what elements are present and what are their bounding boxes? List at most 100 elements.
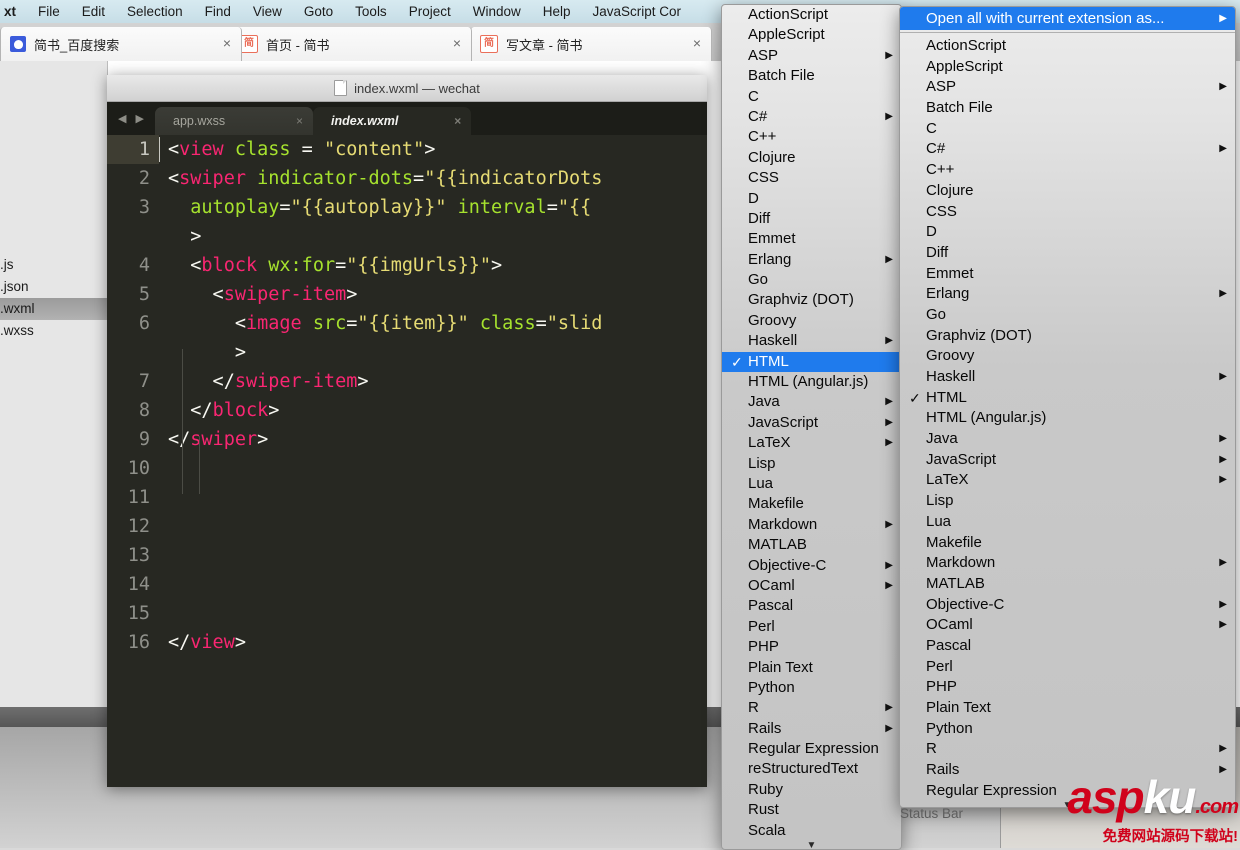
menu-item-clojure[interactable]: Clojure	[900, 181, 1235, 202]
menu-scroll-down-icon[interactable]: ▼	[722, 841, 901, 849]
menubar-item-app-name[interactable]: xt	[0, 0, 27, 23]
close-icon[interactable]: ×	[449, 36, 465, 52]
menu-item-d[interactable]: D	[900, 222, 1235, 243]
menu-item-perl[interactable]: Perl	[900, 657, 1235, 678]
sidebar-file-item[interactable]: .json	[0, 276, 107, 298]
browser-tab[interactable]: 简写文章 - 简书 ×	[470, 27, 712, 61]
menu-item-go[interactable]: Go	[722, 270, 901, 290]
browser-tab[interactable]: 简首页 - 简书 ×	[230, 27, 472, 61]
editor-tab[interactable]: app.wxss ×	[155, 107, 313, 135]
menu-item-lisp[interactable]: Lisp	[722, 454, 901, 474]
nav-prev-icon[interactable]: ◀	[118, 112, 126, 125]
sidebar-file-item[interactable]: .js	[0, 254, 107, 276]
menubar-item-tools[interactable]: Tools	[344, 0, 398, 23]
menu-item-rails[interactable]: Rails ▶	[722, 719, 901, 739]
menubar-item-javascript-cor[interactable]: JavaScript Cor	[582, 0, 693, 23]
menu-item-php[interactable]: PHP	[900, 677, 1235, 698]
menu-item-d[interactable]: D	[722, 189, 901, 209]
menubar-item-view[interactable]: View	[242, 0, 293, 23]
menu-item-markdown[interactable]: Markdown ▶	[900, 553, 1235, 574]
menu-item-rust[interactable]: Rust	[722, 800, 901, 820]
close-icon[interactable]: ×	[447, 114, 461, 128]
menubar-item-find[interactable]: Find	[194, 0, 242, 23]
menu-item-html[interactable]: ✓ HTML	[900, 388, 1235, 409]
menu-item-c[interactable]: C	[900, 119, 1235, 140]
close-icon[interactable]: ×	[219, 36, 235, 52]
menu-item-ocaml[interactable]: OCaml ▶	[900, 615, 1235, 636]
menu-item-plain-text[interactable]: Plain Text	[900, 698, 1235, 719]
close-icon[interactable]: ×	[689, 36, 705, 52]
menu-item-latex[interactable]: LaTeX ▶	[722, 433, 901, 453]
menu-item-batch-file[interactable]: Batch File	[722, 66, 901, 86]
code-editor[interactable]: 1 <view class = "content"> 2 <swiper indica…	[107, 135, 707, 787]
menu-item-actionscript[interactable]: ActionScript	[900, 36, 1235, 57]
menu-item-html-angular-js-[interactable]: HTML (Angular.js)	[722, 372, 901, 392]
menu-item-makefile[interactable]: Makefile	[722, 494, 901, 514]
menu-item-java[interactable]: Java ▶	[900, 429, 1235, 450]
menu-item-html[interactable]: ✓ HTML	[722, 351, 901, 373]
menu-item-ruby[interactable]: Ruby	[722, 780, 901, 800]
menu-item-groovy[interactable]: Groovy	[722, 311, 901, 331]
menu-item-html-angular-js-[interactable]: HTML (Angular.js)	[900, 408, 1235, 429]
menu-item-applescript[interactable]: AppleScript	[900, 57, 1235, 78]
menu-item-python[interactable]: Python	[900, 719, 1235, 740]
menu-item-objective-c[interactable]: Objective-C ▶	[900, 595, 1235, 616]
menu-item-css[interactable]: CSS	[722, 168, 901, 188]
menu-item-matlab[interactable]: MATLAB	[722, 535, 901, 555]
menu-item-php[interactable]: PHP	[722, 637, 901, 657]
menubar-item-help[interactable]: Help	[532, 0, 582, 23]
menu-item-actionscript[interactable]: ActionScript	[722, 5, 901, 25]
menu-item-perl[interactable]: Perl	[722, 617, 901, 637]
menu-item-graphviz-dot-[interactable]: Graphviz (DOT)	[900, 326, 1235, 347]
open-all-with-extension-submenu[interactable]: Open all with current extension as... ▶ …	[899, 6, 1236, 808]
menu-item-css[interactable]: CSS	[900, 202, 1235, 223]
menu-item-restructuredtext[interactable]: reStructuredText	[722, 759, 901, 779]
menu-item-objective-c[interactable]: Objective-C ▶	[722, 556, 901, 576]
menu-item-makefile[interactable]: Makefile	[900, 533, 1235, 554]
menu-item-matlab[interactable]: MATLAB	[900, 574, 1235, 595]
menu-item-lisp[interactable]: Lisp	[900, 491, 1235, 512]
menu-item-python[interactable]: Python	[722, 678, 901, 698]
menu-item-java[interactable]: Java ▶	[722, 392, 901, 412]
sidebar-file-item[interactable]: .wxss	[0, 320, 107, 342]
menu-item-go[interactable]: Go	[900, 305, 1235, 326]
menu-item-javascript[interactable]: JavaScript ▶	[722, 413, 901, 433]
close-icon[interactable]: ×	[289, 114, 303, 128]
menu-item-r[interactable]: R ▶	[722, 698, 901, 718]
menubar-item-edit[interactable]: Edit	[71, 0, 116, 23]
menubar-item-window[interactable]: Window	[462, 0, 532, 23]
menu-item-open-all-with-extension[interactable]: Open all with current extension as... ▶	[900, 7, 1235, 30]
menu-item-javascript[interactable]: JavaScript ▶	[900, 450, 1235, 471]
menu-item-emmet[interactable]: Emmet	[722, 229, 901, 249]
menu-item-lua[interactable]: Lua	[722, 474, 901, 494]
browser-tab[interactable]: 简书_百度搜索 ×	[0, 27, 242, 61]
menu-item-c#[interactable]: C# ▶	[900, 139, 1235, 160]
menu-item-plain-text[interactable]: Plain Text	[722, 658, 901, 678]
menu-item-scala[interactable]: Scala	[722, 821, 901, 841]
menu-item-diff[interactable]: Diff	[900, 243, 1235, 264]
menu-item-asp[interactable]: ASP ▶	[722, 46, 901, 66]
menu-item-ocaml[interactable]: OCaml ▶	[722, 576, 901, 596]
menu-item-diff[interactable]: Diff	[722, 209, 901, 229]
menubar-item-project[interactable]: Project	[398, 0, 462, 23]
menu-item-markdown[interactable]: Markdown ▶	[722, 515, 901, 535]
menu-item-applescript[interactable]: AppleScript	[722, 25, 901, 45]
menubar-item-file[interactable]: File	[27, 0, 71, 23]
sublime-tab-nav[interactable]: ◀ ▶	[107, 102, 155, 135]
menu-item-haskell[interactable]: Haskell ▶	[900, 367, 1235, 388]
menu-item-clojure[interactable]: Clojure	[722, 148, 901, 168]
syntax-menu[interactable]: ActionScript AppleScript ASP ▶ Batch File C C#…	[721, 4, 902, 850]
menu-item-c++[interactable]: C++	[722, 127, 901, 147]
menu-item-c++[interactable]: C++	[900, 160, 1235, 181]
editor-tab[interactable]: index.wxml ×	[313, 107, 471, 135]
menu-item-asp[interactable]: ASP ▶	[900, 77, 1235, 98]
menu-item-emmet[interactable]: Emmet	[900, 264, 1235, 285]
sidebar-file-item[interactable]: .wxml	[0, 298, 107, 320]
menu-item-haskell[interactable]: Haskell ▶	[722, 331, 901, 351]
menu-item-regular-expression[interactable]: Regular Expression	[722, 739, 901, 759]
menu-item-latex[interactable]: LaTeX ▶	[900, 470, 1235, 491]
menu-item-pascal[interactable]: Pascal	[722, 596, 901, 616]
menu-item-pascal[interactable]: Pascal	[900, 636, 1235, 657]
menu-item-erlang[interactable]: Erlang ▶	[900, 284, 1235, 305]
menu-item-lua[interactable]: Lua	[900, 512, 1235, 533]
